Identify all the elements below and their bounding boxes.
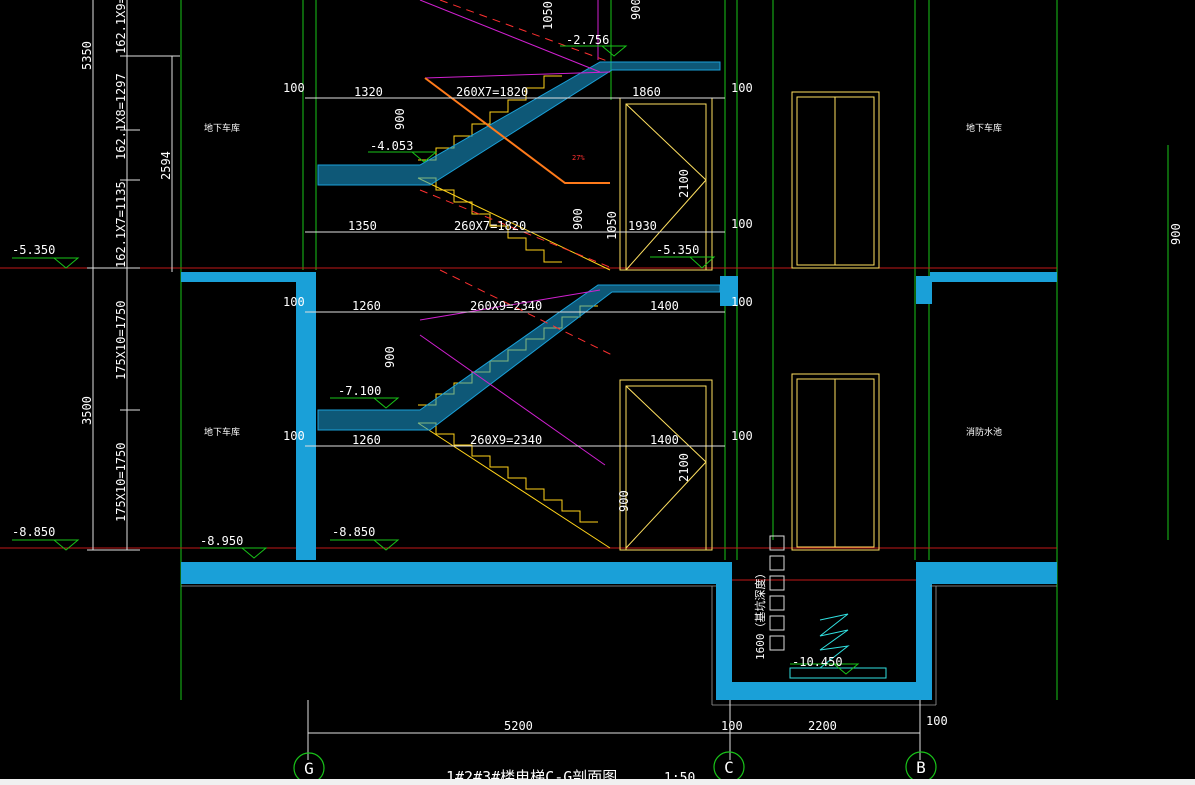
dim-text: 1260 (352, 299, 381, 313)
dim-text: 100 (721, 719, 743, 733)
axis-label: B (916, 758, 926, 777)
dim-text: 1400 (650, 299, 679, 313)
dim-text: 1600（基坑深度） (753, 568, 767, 661)
axis-lines (180, 0, 1169, 700)
dim-text: 900 (383, 346, 397, 368)
dim-text: 2100 (677, 453, 691, 482)
dim-text: 3500 (80, 396, 94, 425)
dim-text: 900 (629, 0, 643, 20)
level-text: -7.100 (338, 384, 381, 398)
level-text: -8.850 (12, 525, 55, 539)
dim-text: 260X9=2340 (470, 433, 542, 447)
room-label: 消防水池 (966, 426, 1002, 438)
dim-text: 260X9=2340 (470, 299, 542, 313)
dim-text: 100 (283, 429, 305, 443)
dim-text: 100 (283, 295, 305, 309)
level-text: -5.350 (12, 243, 55, 257)
left-dim-lines (87, 0, 180, 551)
level-text: -5.350 (656, 243, 699, 257)
dim-text: 1350 (348, 219, 377, 233)
level-text: -10.450 (792, 655, 843, 669)
slope-note: 27% (572, 154, 585, 162)
dim-text: 1320 (354, 85, 383, 99)
dim-text: 1860 (632, 85, 661, 99)
dim-text: 1260 (352, 433, 381, 447)
dim-text: 2594 (159, 151, 173, 180)
dim-text: 175X10=1750 (114, 443, 128, 522)
dim-text: 900 (617, 490, 631, 512)
vertical-dim-texts: 5350 2594 3500 162.1X9= 162.1X8=1297 162… (80, 0, 173, 522)
dim-text: 1400 (650, 433, 679, 447)
dim-text: 900 (571, 208, 585, 230)
dim-text: 100 (731, 429, 753, 443)
dim-text: 162.1X9= (114, 0, 128, 54)
level-text: -8.850 (332, 525, 375, 539)
dim-text: 162.1X8=1297 (114, 73, 128, 160)
height-texts: 900 900 900 900 1050 1050 2100 2100 900 … (383, 0, 1183, 660)
level-text: -4.053 (370, 139, 413, 153)
dim-text: 900 (1169, 223, 1183, 245)
dim-text: 1930 (628, 219, 657, 233)
dim-text: 100 (731, 81, 753, 95)
dim-text: 100 (731, 295, 753, 309)
bottom-dim-texts: 5200 100 2200 (504, 719, 837, 733)
dim-text: 175X10=1750 (114, 301, 128, 380)
dim-text: 900 (393, 108, 407, 130)
level-text: -8.950 (200, 534, 243, 548)
dim-text: 2200 (808, 719, 837, 733)
floor-lines (0, 267, 1057, 581)
dim-text: 2100 (677, 169, 691, 198)
dim-text: 100 (926, 714, 948, 728)
axis-label: C (724, 758, 734, 777)
dim-text: 100 (283, 81, 305, 95)
room-label: 地下车库 (204, 426, 240, 438)
axis-label: G (304, 759, 314, 778)
room-label: 地下车库 (966, 122, 1002, 134)
dim-text: 1050 (541, 1, 555, 30)
status-strip (0, 779, 1195, 785)
dim-text: 162.1X7=1135 (114, 181, 128, 268)
doors (619, 91, 880, 551)
dim-text: 260X7=1820 (456, 85, 528, 99)
dim-text: 260X7=1820 (454, 219, 526, 233)
dim-text: 100 (731, 217, 753, 231)
walls (181, 272, 1057, 700)
dim-text: 5200 (504, 719, 533, 733)
room-label: 地下车库 (204, 122, 240, 134)
level-text: -2.756 (566, 33, 609, 47)
dim-text: 5350 (80, 41, 94, 70)
section-drawing: -2.756 -4.053 -5.350 -5.350 -7.100 -8.85… (0, 0, 1183, 785)
dim-text: 1050 (605, 211, 619, 240)
